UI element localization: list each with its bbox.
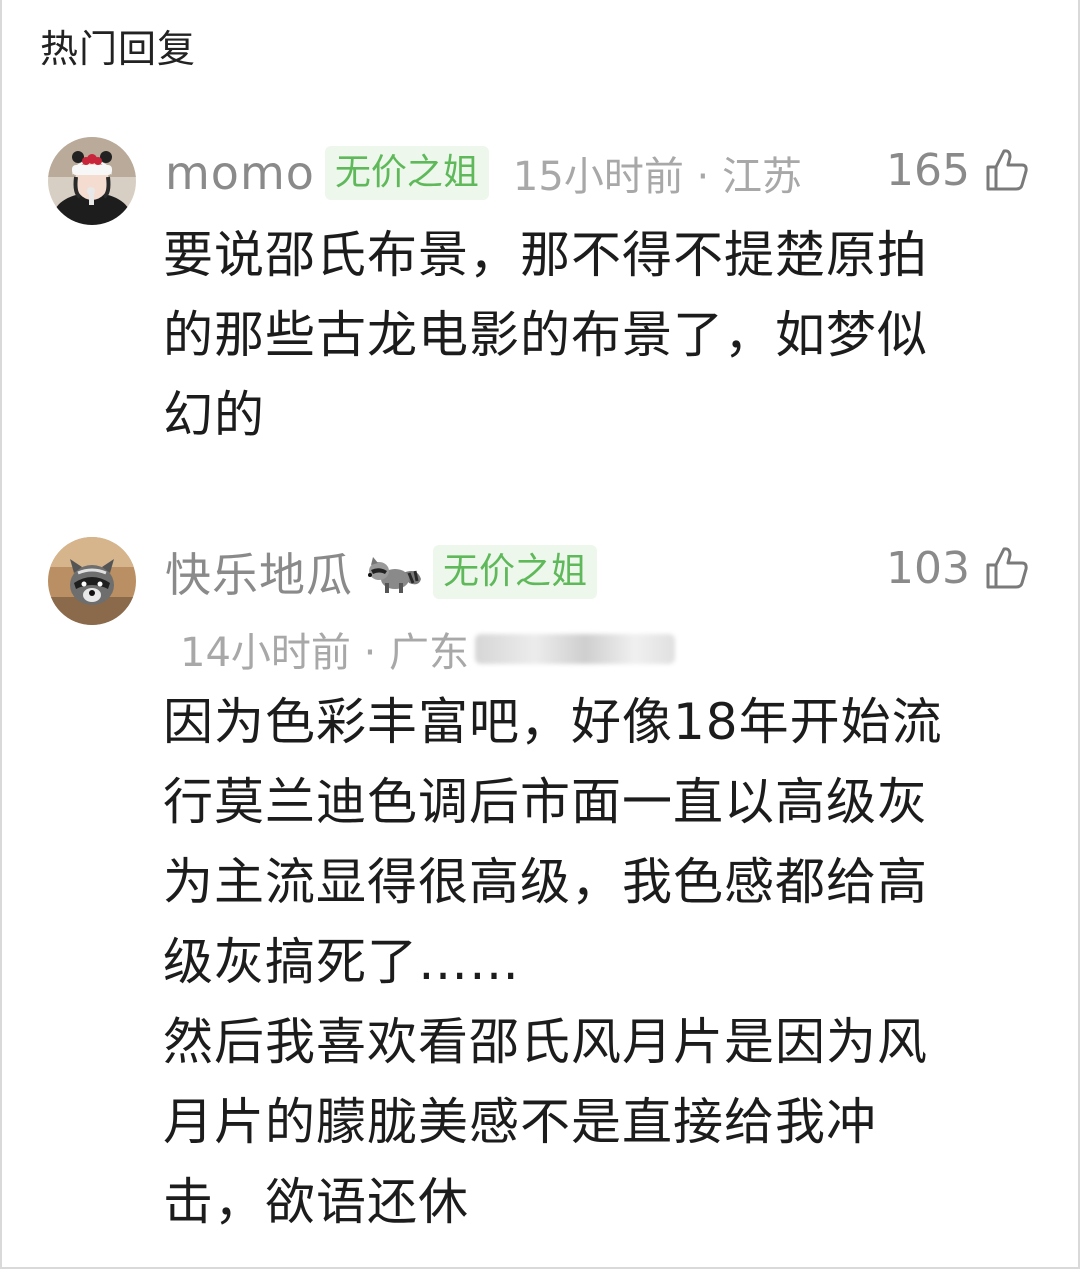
like-button[interactable]: 165 xyxy=(886,140,1030,200)
section-title: 热门回复 xyxy=(40,27,197,71)
comment-header: momo 无价之姐 15小时前 · 江苏 xyxy=(165,143,802,203)
thumbs-up-icon xyxy=(986,547,1028,589)
comment-text: 因为色彩丰富吧，好像18年开始流 行莫兰迪色调后市面一直以高级灰 为主流显得很高… xyxy=(163,693,943,1231)
hot-replies-panel: 热门回复 momo 无价之姐 15小时前 · 江苏 165 要说邵氏布景，那不得… xyxy=(0,0,1080,1269)
avatar[interactable] xyxy=(48,537,136,625)
thumbs-up-icon xyxy=(986,149,1028,191)
like-button[interactable]: 103 xyxy=(886,538,1030,598)
like-count: 165 xyxy=(886,144,970,196)
username[interactable]: momo xyxy=(165,146,315,200)
fan-badge[interactable]: 无价之姐 xyxy=(433,545,598,599)
comment-meta: 15小时前 · 江苏 xyxy=(512,154,802,200)
comment-meta-row: 14小时前 · 广东 xyxy=(180,620,676,678)
comment-text: 要说邵氏布景，那不得不提楚原拍 的那些古龙电影的布景了，如梦似 幻的 xyxy=(163,226,928,444)
like-count: 103 xyxy=(886,542,970,594)
raccoon-icon xyxy=(368,557,421,593)
avatar[interactable] xyxy=(48,137,136,225)
comment-header: 快乐地瓜 无价之姐 xyxy=(165,539,598,605)
fan-badge[interactable]: 无价之姐 xyxy=(324,146,489,200)
blurred-overlay xyxy=(475,634,676,664)
username[interactable]: 快乐地瓜 xyxy=(165,539,353,605)
comment-meta: 14小时前 · 广东 xyxy=(180,630,470,676)
